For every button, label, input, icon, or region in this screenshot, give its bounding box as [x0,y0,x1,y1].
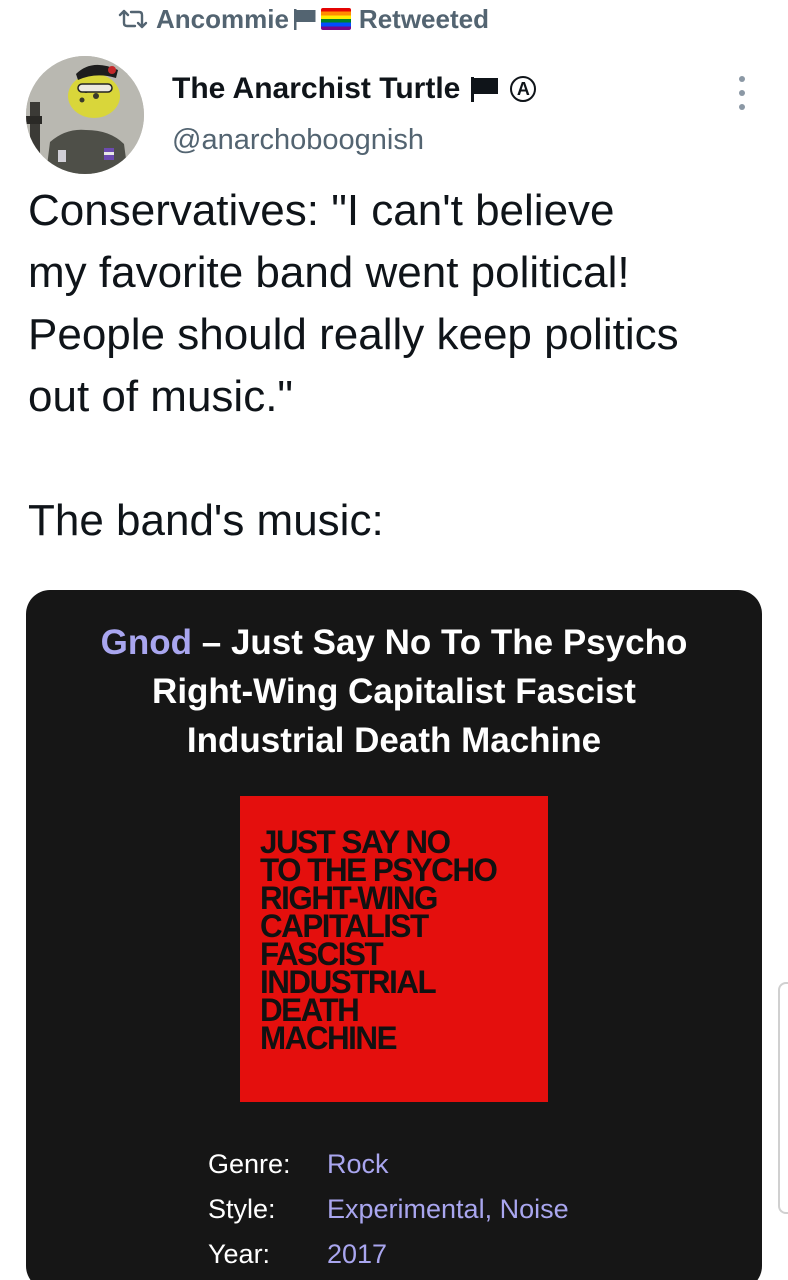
rainbow-flag-icon [320,8,351,30]
avatar-image [26,56,144,174]
scroll-handle[interactable] [778,982,788,1214]
style-value: Experimental, Noise [327,1194,569,1224]
year-value: 2017 [327,1239,388,1269]
tweet-text: Conservatives: "I can't believe my favor… [28,180,768,552]
album-cover: JUST SAY NO TO THE PSYCHO RIGHT-WING CAP… [240,796,548,1102]
year-row: Year: 2017 [208,1232,569,1277]
tweet-line: out of music." [28,372,294,421]
album-title-line: Right-Wing Capitalist Fascist [152,672,636,711]
genre-label: Genre: [208,1149,291,1179]
author-name-text[interactable]: The Anarchist Turtle [172,72,460,106]
year-label: Year: [208,1239,271,1269]
author-handle[interactable]: @anarchoboognish [172,124,424,157]
genre-value: Rock [327,1149,389,1179]
more-dot [739,104,745,110]
more-options-icon[interactable] [734,76,750,110]
retweet-icon [118,9,148,29]
retweeted-label: Retweeted [358,3,489,34]
avatar[interactable] [26,56,144,174]
album-title-line: Industrial Death Machine [186,721,602,760]
circle-a-icon: A [510,76,537,102]
album-metadata: Genre: Rock Style: Experimental, Noise Y… [208,1142,569,1277]
more-dot [739,90,745,96]
black-flag-icon [293,9,316,30]
tweet-media-image[interactable]: Gnod – Just Say No To The Psycho Right-W… [26,590,762,1280]
style-row: Style: Experimental, Noise [208,1187,569,1232]
album-title-part: Just Say No To The Psycho [230,623,688,662]
tweet-line: Conservatives: "I can't believe [28,186,615,235]
retweet-context[interactable]: Ancommie Retweeted [118,2,489,36]
genre-row: Genre: Rock [208,1142,569,1187]
tweet-line: my favorite band went political! [28,248,630,297]
tweet-page: Ancommie Retweeted The Anarchist Turtle … [0,0,788,1280]
author-display-name[interactable]: The Anarchist Turtle A [172,72,537,106]
album-title: Gnod – Just Say No To The Psycho Right-W… [26,618,762,765]
black-flag-icon [471,77,499,102]
tweet-line: The band's music: [28,496,384,545]
title-dash: – [192,623,231,662]
tweet-line: People should really keep politics [28,310,679,359]
style-label: Style: [208,1194,276,1224]
album-cover-text: JUST SAY NO TO THE PSYCHO RIGHT-WING CAP… [260,826,544,1056]
cover-line: MACHINE [260,1020,398,1056]
retweeter-name-text[interactable]: Ancommie [156,4,289,35]
more-dot [739,76,745,82]
retweeter-name[interactable]: Ancommie [156,4,351,35]
album-title-line: Gnod – Just Say No To The Psycho [26,618,762,667]
artist-link: Gnod [100,623,193,662]
